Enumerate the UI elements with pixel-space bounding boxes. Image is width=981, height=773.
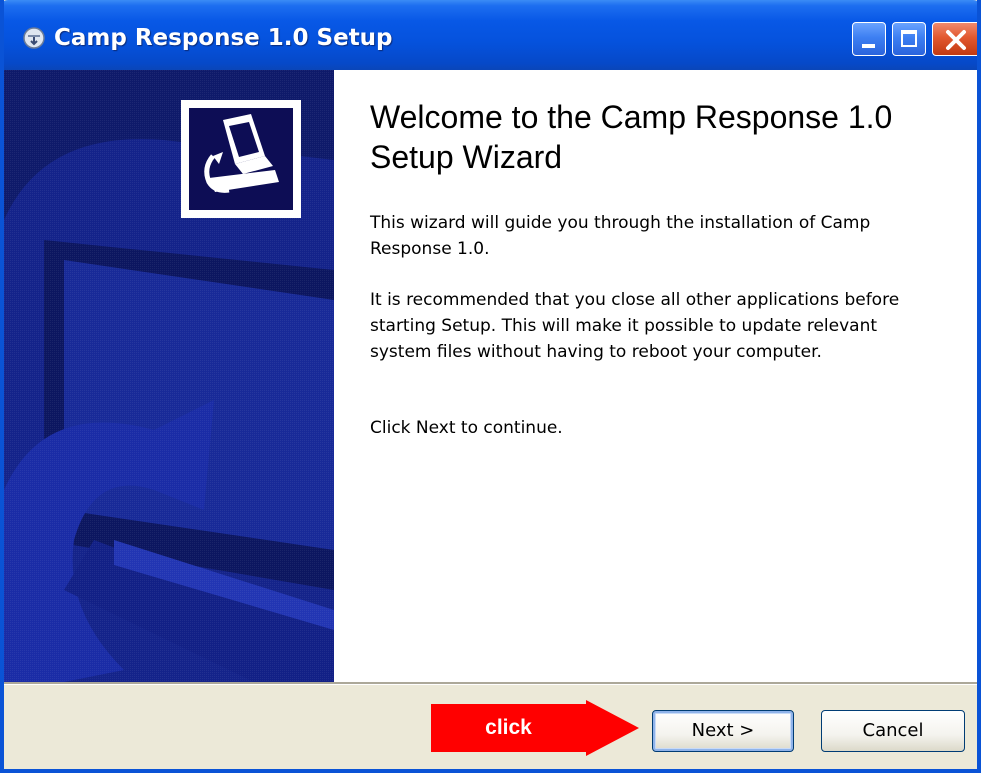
minimize-button[interactable] [852,22,886,56]
setup-wizard-window: Camp Response 1.0 Setup Welcome to the C… [0,0,981,773]
next-button[interactable]: Next > [652,710,794,752]
wizard-content-pane: Welcome to the Camp Response 1.0 Setup W… [334,70,977,682]
app-installer-icon [23,27,45,49]
cancel-button[interactable]: Cancel [821,710,965,752]
intro-paragraph: This wizard will guide you through the i… [370,213,871,259]
minimize-icon [862,44,875,48]
click-annotation-label: click [485,716,532,739]
window-title: Camp Response 1.0 Setup [54,25,393,51]
maximize-button[interactable] [892,22,926,56]
wizard-sidebar-banner [4,70,334,682]
close-icon [946,30,966,50]
welcome-heading: Welcome to the Camp Response 1.0 Setup W… [370,99,893,175]
maximize-icon [901,30,917,47]
wizard-footer: click Next > Cancel [4,685,977,769]
close-button[interactable] [932,22,977,56]
installer-computer-icon [189,108,293,210]
continue-instruction: Click Next to continue. [370,418,563,438]
installer-logo [181,100,301,218]
title-bar[interactable]: Camp Response 1.0 Setup [4,0,977,70]
recommendation-paragraph: It is recommended that you close all oth… [370,290,900,362]
